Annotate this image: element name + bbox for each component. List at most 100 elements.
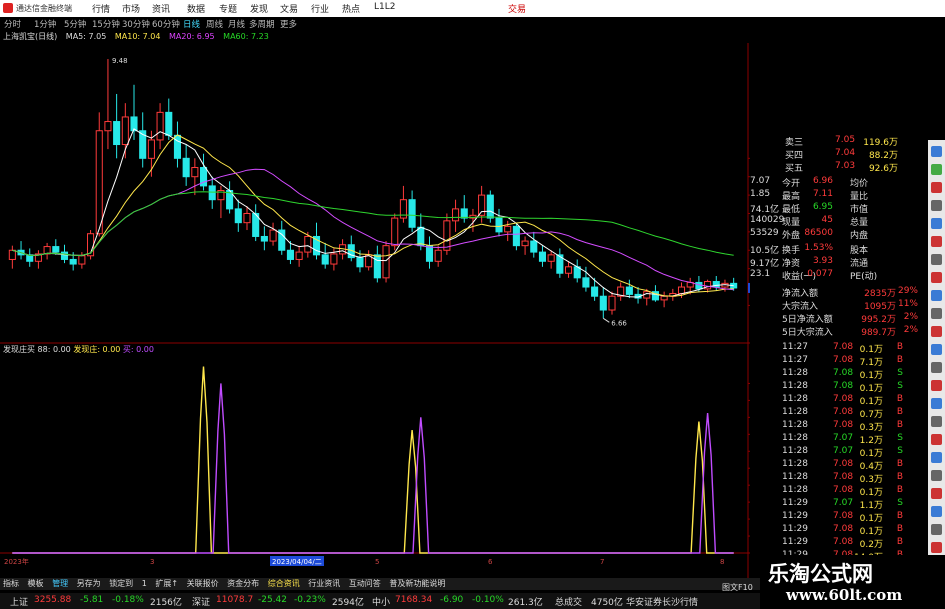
menu-item-hot[interactable]: 热点: [342, 2, 360, 15]
tool-icon[interactable]: [931, 236, 942, 247]
candle-body: [208, 185, 216, 201]
period-tab-weekly[interactable]: 周线: [206, 18, 223, 30]
ma20-label: MA20: 6.95: [169, 32, 215, 41]
candle-body: [434, 249, 442, 262]
indicator-series-line: [12, 383, 734, 554]
tool-icon[interactable]: [931, 344, 942, 355]
stat-value: 74.1亿: [750, 205, 780, 215]
menu-item-l1l2[interactable]: L1L2: [374, 2, 395, 12]
candle-body: [52, 246, 60, 253]
tool-icon[interactable]: [931, 164, 942, 175]
tab-indicator[interactable]: 指标: [3, 579, 19, 588]
ma10-line: [12, 134, 734, 297]
tab-template[interactable]: 模板: [28, 579, 44, 588]
period-tab-daily[interactable]: 日线: [183, 18, 200, 30]
quote-stat-row: 换手 1.53% 股本 10.5亿: [750, 243, 928, 256]
tab-general-news[interactable]: 综合资讯: [268, 579, 300, 588]
menu-item-news[interactable]: 资讯: [152, 2, 170, 15]
tab-fund-distribution[interactable]: 资金分布: [227, 579, 259, 588]
stat-value: 6.95: [812, 202, 833, 212]
candle-body: [304, 235, 312, 253]
candle-body: [113, 121, 121, 146]
date-axis-label: 3: [150, 558, 154, 566]
period-toolbar: 分时 1分钟 5分钟 15分钟 30分钟 60分钟 日线 周线 月线 多周期 更…: [0, 17, 540, 30]
site-watermark: 乐淘公式网 www.60lt.com: [760, 555, 945, 609]
sh-index-label: 上证: [10, 598, 29, 608]
menu-item-data[interactable]: 数据: [187, 2, 205, 15]
tick-side: B: [896, 485, 903, 495]
tab-manage[interactable]: 管理: [52, 579, 68, 588]
watermark-title: 乐淘公式网: [768, 562, 873, 586]
tool-icon[interactable]: [931, 452, 942, 463]
period-tab-1min[interactable]: 1分钟: [34, 18, 56, 30]
tab-expand[interactable]: 扩展↑: [155, 579, 178, 588]
menu-item-discover[interactable]: 发现: [250, 2, 268, 15]
candle-body: [564, 266, 573, 274]
period-tab-30min[interactable]: 30分钟: [122, 18, 150, 30]
period-tab-more[interactable]: 更多: [280, 18, 297, 30]
tick-time: 11:28: [782, 381, 808, 391]
candle-body: [356, 257, 364, 268]
menu-item-industry[interactable]: 行业: [311, 2, 329, 15]
kline-chart[interactable]: 8.408.208.007.807.607.407.207.006.809.48…: [0, 43, 750, 578]
period-tab-intraday[interactable]: 分时: [4, 18, 21, 30]
tab-industry-news[interactable]: 行业资讯: [308, 579, 340, 588]
tick-price: 7.08: [833, 459, 854, 469]
trade-button[interactable]: 交易: [508, 2, 526, 15]
trade-tick-row: 11:29 7.08 0.2万 B: [750, 537, 928, 550]
candle-body: [408, 199, 416, 228]
tick-time: 11:28: [782, 459, 808, 469]
app-title: 通达信金融终端: [16, 4, 72, 13]
stat-value: 1.85: [750, 189, 771, 199]
tool-icon[interactable]: [931, 398, 942, 409]
tool-icon[interactable]: [931, 506, 942, 517]
tool-icon[interactable]: [931, 272, 942, 283]
tool-icon[interactable]: [931, 434, 942, 445]
stat-label: 外盘: [782, 231, 801, 241]
tool-icon[interactable]: [931, 416, 942, 427]
money-flow-row: 5日大宗流入 989.7万 2%: [750, 325, 928, 338]
tool-icon[interactable]: [931, 254, 942, 265]
tick-side: S: [897, 381, 903, 391]
menu-item-wenyi[interactable]: 文易: [280, 2, 298, 15]
sz-index-pct: -0.23%: [294, 595, 326, 605]
tick-time: 11:28: [782, 485, 808, 495]
tab-qa[interactable]: 互动问答: [349, 579, 381, 588]
period-tab-monthly[interactable]: 月线: [228, 18, 245, 30]
f10-label[interactable]: 图文F10: [722, 582, 753, 593]
menu-item-market-quote[interactable]: 行情: [92, 2, 110, 15]
menu-item-market[interactable]: 市场: [122, 2, 140, 15]
tab-one[interactable]: 1: [142, 579, 147, 588]
tool-icon[interactable]: [931, 488, 942, 499]
tab-lock-to[interactable]: 锁定到: [109, 579, 133, 588]
stat-label: 市值: [850, 205, 869, 215]
candle-body: [504, 225, 512, 233]
right-tool-sidebar: [928, 140, 945, 580]
candle-body: [165, 111, 173, 136]
tool-icon[interactable]: [931, 524, 942, 535]
tool-icon[interactable]: [931, 542, 942, 553]
period-tab-15min[interactable]: 15分钟: [92, 18, 120, 30]
tab-save-as[interactable]: 另存为: [77, 579, 101, 588]
tool-icon[interactable]: [931, 182, 942, 193]
tool-icon[interactable]: [931, 146, 942, 157]
tick-volume: 0.4万: [859, 462, 883, 472]
tool-icon[interactable]: [931, 290, 942, 301]
tool-icon[interactable]: [931, 308, 942, 319]
tool-icon[interactable]: [931, 362, 942, 373]
tick-price: 7.08: [833, 485, 854, 495]
tick-time: 11:27: [782, 355, 808, 365]
date-axis-label: 6: [488, 558, 493, 566]
tool-icon[interactable]: [931, 380, 942, 391]
tool-icon[interactable]: [931, 326, 942, 337]
tool-icon[interactable]: [931, 200, 942, 211]
tool-icon[interactable]: [931, 470, 942, 481]
period-tab-5min[interactable]: 5分钟: [64, 18, 86, 30]
period-tab-60min[interactable]: 60分钟: [152, 18, 180, 30]
zx-index-pct: -0.10%: [472, 595, 504, 605]
menu-item-topic[interactable]: 专题: [219, 2, 237, 15]
tab-new-features[interactable]: 普及新功能说明: [389, 579, 445, 588]
period-tab-multi[interactable]: 多周期: [249, 18, 275, 30]
tab-related-quote[interactable]: 关联报价: [187, 579, 219, 588]
tool-icon[interactable]: [931, 218, 942, 229]
